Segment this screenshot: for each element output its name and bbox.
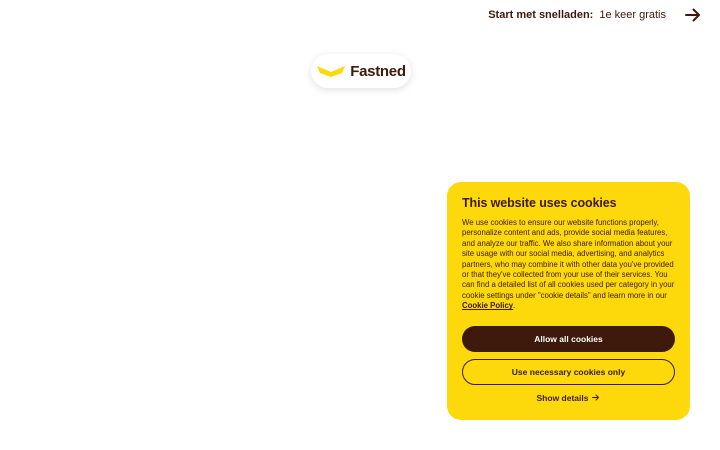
cookie-policy-link[interactable]: Cookie Policy: [462, 301, 513, 310]
page: Start met snelladen: 1e keer gratis Fast…: [0, 0, 720, 450]
fastned-logo[interactable]: Fastned: [311, 54, 411, 88]
arrow-right-icon[interactable]: [682, 7, 704, 23]
promo-label-bold: Start met snelladen:: [488, 9, 594, 21]
cookie-title: This website uses cookies: [462, 196, 617, 210]
fastned-mark-icon: [317, 66, 346, 77]
promo-link[interactable]: Start met snelladen: 1e keer gratis: [488, 7, 704, 23]
cookie-body-text: We use cookies to ensure our website fun…: [462, 218, 675, 300]
arrow-right-small-icon: [592, 394, 600, 401]
promo-label: 1e keer gratis: [599, 9, 666, 21]
show-details-label: Show details: [536, 392, 589, 403]
cookie-body: We use cookies to ensure our website fun…: [462, 218, 675, 311]
cookie-banner: This website uses cookies We use cookies…: [447, 182, 690, 420]
allow-all-cookies-button[interactable]: Allow all cookies: [462, 325, 675, 352]
show-details-link[interactable]: Show details: [462, 393, 675, 403]
necessary-cookies-button[interactable]: Use necessary cookies only: [462, 358, 675, 385]
logo-text: Fastned: [350, 62, 406, 80]
